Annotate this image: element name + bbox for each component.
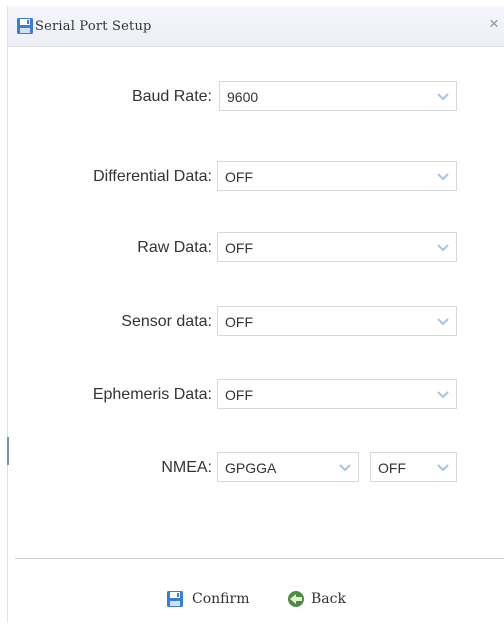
- floppy-disk-icon: [16, 17, 34, 35]
- differential-data-row: Differential Data: OFF: [8, 161, 504, 193]
- nmea-sentence-value: GPGGA: [225, 460, 277, 476]
- raw-data-select[interactable]: OFF: [217, 232, 457, 262]
- nmea-state-select[interactable]: OFF: [370, 452, 457, 482]
- confirm-label: Confirm: [192, 591, 250, 607]
- back-arrow-icon: [287, 590, 305, 608]
- back-button[interactable]: Back: [287, 588, 367, 610]
- differential-data-select[interactable]: OFF: [217, 161, 457, 191]
- chevron-down-icon: [437, 244, 449, 252]
- nmea-state-value: OFF: [378, 460, 406, 476]
- chevron-down-icon: [437, 173, 449, 181]
- differential-data-label: Differential Data:: [93, 168, 212, 185]
- sensor-data-select[interactable]: OFF: [217, 306, 457, 336]
- sensor-data-value: OFF: [225, 314, 253, 330]
- dialog-title: Serial Port Setup: [35, 19, 152, 34]
- chevron-down-icon: [339, 464, 351, 472]
- raw-data-label: Raw Data:: [137, 239, 212, 256]
- chevron-down-icon: [437, 318, 449, 326]
- nmea-label: NMEA:: [161, 459, 212, 476]
- ephemeris-data-row: Ephemeris Data: OFF: [8, 379, 504, 411]
- chevron-down-icon: [437, 464, 449, 472]
- baud-rate-label: Baud Rate:: [131, 88, 212, 105]
- nmea-sentence-select[interactable]: GPGGA: [217, 452, 359, 482]
- chevron-down-icon: [437, 93, 449, 101]
- raw-data-value: OFF: [225, 240, 253, 256]
- sensor-data-row: Sensor data: OFF: [8, 306, 504, 338]
- baud-rate-value: 9600: [227, 89, 259, 105]
- baud-rate-select[interactable]: 9600: [219, 81, 457, 111]
- close-icon[interactable]: ×: [485, 15, 503, 33]
- raw-data-row: Raw Data: OFF: [8, 232, 504, 264]
- title-bar: Serial Port Setup ×: [8, 6, 504, 47]
- nmea-row: NMEA: GPGGA OFF: [8, 452, 504, 484]
- footer-divider: [15, 558, 504, 559]
- differential-data-value: OFF: [225, 169, 253, 185]
- back-label: Back: [311, 591, 346, 607]
- ephemeris-data-label: Ephemeris Data:: [92, 386, 212, 403]
- window-edge-marker: [7, 437, 9, 465]
- confirm-button[interactable]: Confirm: [166, 588, 266, 610]
- floppy-disk-icon: [166, 590, 184, 608]
- serial-port-setup-dialog: Serial Port Setup × Baud Rate: 9600 Diff…: [7, 6, 504, 623]
- ephemeris-data-value: OFF: [225, 387, 253, 403]
- chevron-down-icon: [437, 391, 449, 399]
- baud-rate-row: Baud Rate: 9600: [8, 81, 504, 113]
- ephemeris-data-select[interactable]: OFF: [217, 379, 457, 409]
- sensor-data-label: Sensor data:: [121, 313, 212, 330]
